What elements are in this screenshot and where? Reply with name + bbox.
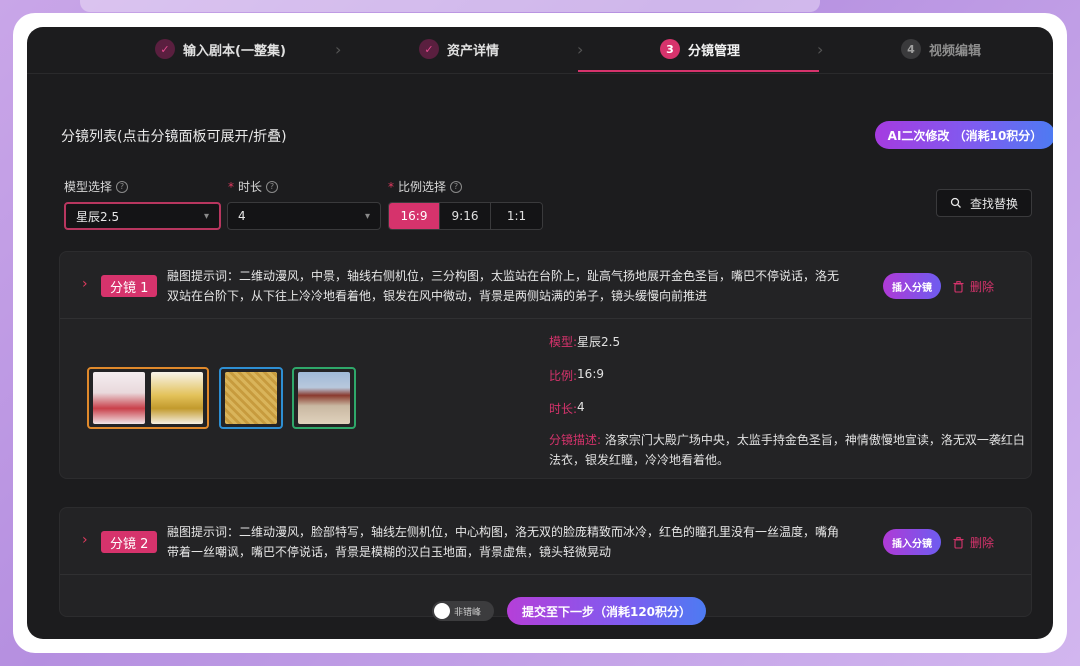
delete-shot-button[interactable]: 删除 [953,278,994,295]
shot-panel-1[interactable]: › 分镜 1 融图提示词：二维动漫风，中景，轴线右侧机位，三分构图，太监站在台阶… [59,251,1032,479]
ratio-segmented-control: 16:9 9:16 1:1 [388,202,543,230]
required-marker: * [388,179,394,194]
help-icon[interactable]: ? [450,180,463,193]
divider [60,318,1031,319]
character-image [151,372,203,424]
help-icon[interactable]: ? [116,180,129,193]
trash-icon [953,280,964,293]
check-icon: ✓ [155,39,175,59]
delete-label: 删除 [970,536,995,550]
model-label: 模型选择 ? [64,178,129,195]
character-image [93,372,145,424]
shot-badge: 分镜 2 [101,531,158,553]
check-icon: ✓ [419,39,439,59]
detail-ratio: 比例: 16:9 [549,367,604,384]
active-step-underline [578,70,819,72]
chevron-down-icon: ▾ [203,210,209,222]
detail-key: 时长: [549,402,578,416]
find-replace-label: 查找替换 [969,196,1018,211]
insert-shot-button[interactable]: 插入分镜 [883,529,941,555]
ratio-option-9-16[interactable]: 9:16 [440,203,491,229]
step-input-script[interactable]: ✓ 输入剧本(一整集) [155,39,286,59]
chevron-right-icon: › [817,40,824,59]
detail-model: 模型: 星辰2.5 [549,333,620,350]
step-asset-details[interactable]: ✓ 资产详情 [419,39,499,59]
chevron-right-icon: › [335,40,342,59]
step-storyboard-management[interactable]: 3 分镜管理 [660,39,740,59]
ratio-option-1-1[interactable]: 1:1 [491,203,542,229]
divider [60,574,1031,575]
duration-label: * 时长 ? [228,178,279,195]
duration-select[interactable]: 4 ▾ [227,202,381,230]
model-label-text: 模型选择 [64,180,113,194]
ratio-label-text: 比例选择 [398,180,447,194]
step-number: 4 [901,39,921,59]
delete-label: 删除 [970,280,995,294]
find-replace-button[interactable]: 查找替换 [936,189,1032,217]
step-label: 视频编辑 [929,43,982,59]
stepper: ✓ 输入剧本(一整集) › ✓ 资产详情 › 3 分镜管理 › 4 视频编辑 [27,27,1053,73]
chevron-down-icon: ▾ [364,210,370,222]
ratio-option-16-9[interactable]: 16:9 [389,203,440,229]
step-label: 输入剧本(一整集) [183,43,286,59]
chevron-right-icon: › [577,40,584,59]
duration-label-text: 时长 [238,180,263,194]
ratio-label: * 比例选择 ? [388,178,463,195]
step-number: 3 [660,39,680,59]
detail-value: 星辰2.5 [577,335,621,349]
model-select[interactable]: 星辰2.5 ▾ [64,202,221,230]
character-reference-images[interactable] [87,367,209,429]
detail-description: 分镜描述: 洛家宗门大殿广场中央，太监手持金色圣旨，神情傲慢地宣读，洛无双一袭红… [549,430,1029,470]
ai-revise-button[interactable]: AI二次修改 （消耗10积分） [875,121,1053,149]
detail-duration: 时长: 4 [549,400,585,417]
divider [27,73,1053,74]
detail-value: 4 [577,400,585,414]
duration-select-value: 4 [238,209,246,223]
detail-key: 分镜描述: [549,433,602,447]
shot-prompt: 融图提示词：二维动漫风，中景，轴线右侧机位，三分构图，太监站在台阶上，趾高气扬地… [167,269,840,303]
scene-reference-image[interactable] [292,367,356,429]
palace-image [298,372,350,424]
detail-value: 洛家宗门大殿广场中央，太监手持金色圣旨，神情傲慢地宣读，洛无双一袭红白法衣，银发… [549,433,1025,467]
step-video-edit[interactable]: 4 视频编辑 [901,39,981,59]
delete-shot-button[interactable]: 删除 [953,534,994,551]
shot-badge: 分镜 1 [101,275,158,297]
chevron-right-icon[interactable]: › [82,276,88,292]
insert-shot-button[interactable]: 插入分镜 [883,273,941,299]
trash-icon [953,536,964,549]
detail-key: 比例: [549,369,578,383]
help-icon[interactable]: ? [266,180,279,193]
required-marker: * [228,179,234,194]
scroll-image [225,372,277,424]
off-peak-toggle[interactable]: 非错峰 [432,601,494,621]
page-title: 分镜列表(点击分镜面板可展开/折叠) [61,129,287,145]
shot-prompt: 融图提示词：二维动漫风，脸部特写，轴线左侧机位，中心构图，洛无双的脸庞精致而冰冷… [167,525,840,559]
step-label: 资产详情 [447,43,500,59]
toggle-label: 非错峰 [454,607,482,618]
step-label: 分镜管理 [688,43,741,59]
storyboard-app: ✓ 输入剧本(一整集) › ✓ 资产详情 › 3 分镜管理 › 4 视频编辑 分… [27,27,1053,639]
detail-value: 16:9 [577,367,604,381]
search-icon [950,197,961,208]
background-card [80,0,820,12]
toggle-knob [434,603,450,619]
bottom-action-bar: 非错峰 提交至下一步（消耗120积分） [27,591,1053,639]
submit-next-step-button[interactable]: 提交至下一步（消耗120积分） [507,597,706,625]
detail-key: 模型: [549,335,578,349]
prop-reference-image[interactable] [219,367,283,429]
chevron-right-icon[interactable]: › [82,532,88,548]
model-select-value: 星辰2.5 [76,209,120,224]
